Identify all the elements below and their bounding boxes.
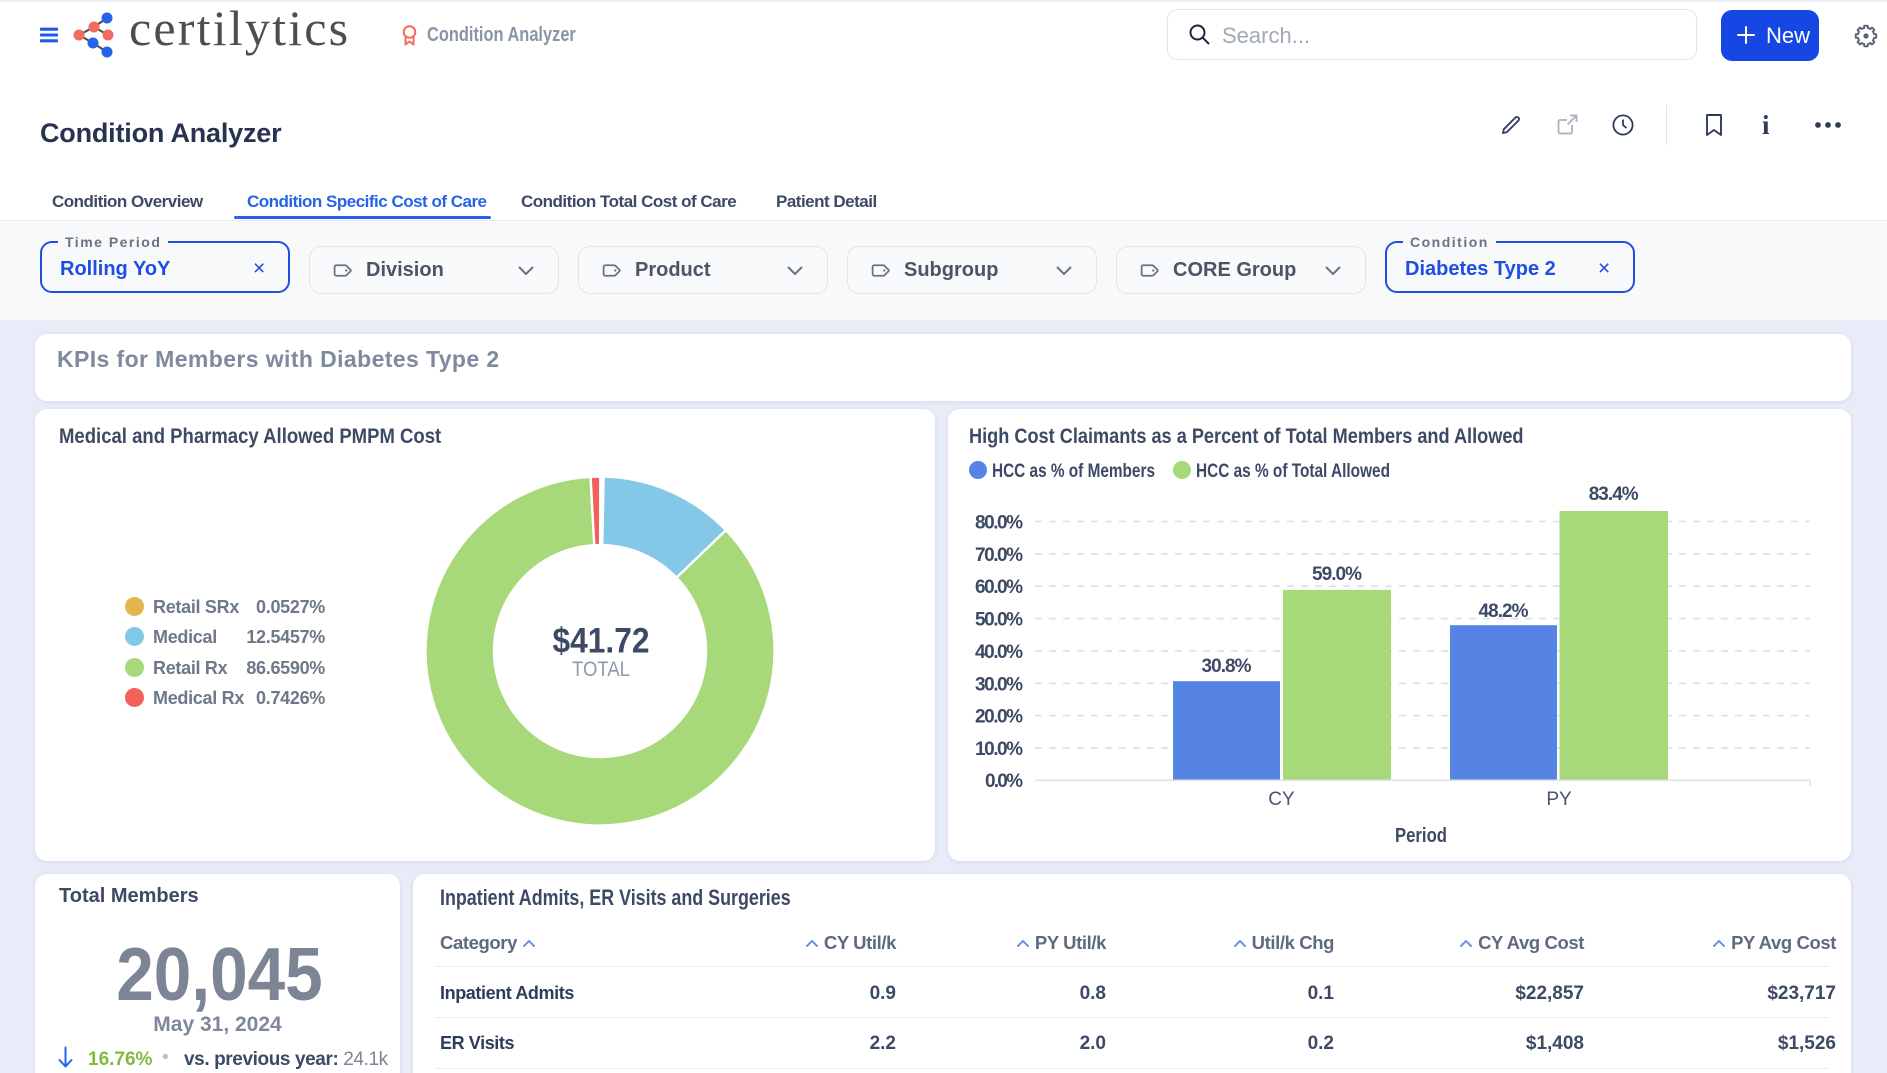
svg-text:PY: PY [1546,789,1572,810]
svg-text:HCC as % of Total Allowed: HCC as % of Total Allowed [1196,461,1390,482]
svg-text:60.0%: 60.0% [975,577,1023,598]
svg-text:83.4%: 83.4% [1589,484,1639,505]
svg-text:10.0%: 10.0% [975,739,1023,760]
svg-text:48.2%: 48.2% [1479,601,1529,622]
svg-text:59.0%: 59.0% [1312,564,1362,585]
svg-text:30.8%: 30.8% [1202,656,1252,677]
svg-text:Period: Period [1395,825,1447,847]
svg-text:50.0%: 50.0% [975,610,1023,631]
svg-text:70.0%: 70.0% [975,545,1023,566]
svg-text:30.0%: 30.0% [975,674,1023,695]
svg-text:40.0%: 40.0% [975,642,1023,663]
svg-text:TOTAL: TOTAL [572,658,630,681]
svg-text:HCC as % of Members: HCC as % of Members [992,461,1155,482]
svg-text:0.0%: 0.0% [985,771,1023,792]
svg-text:$41.72: $41.72 [553,622,650,661]
svg-text:20.0%: 20.0% [975,707,1023,728]
svg-text:CY: CY [1268,789,1295,810]
svg-text:80.0%: 80.0% [975,513,1023,534]
